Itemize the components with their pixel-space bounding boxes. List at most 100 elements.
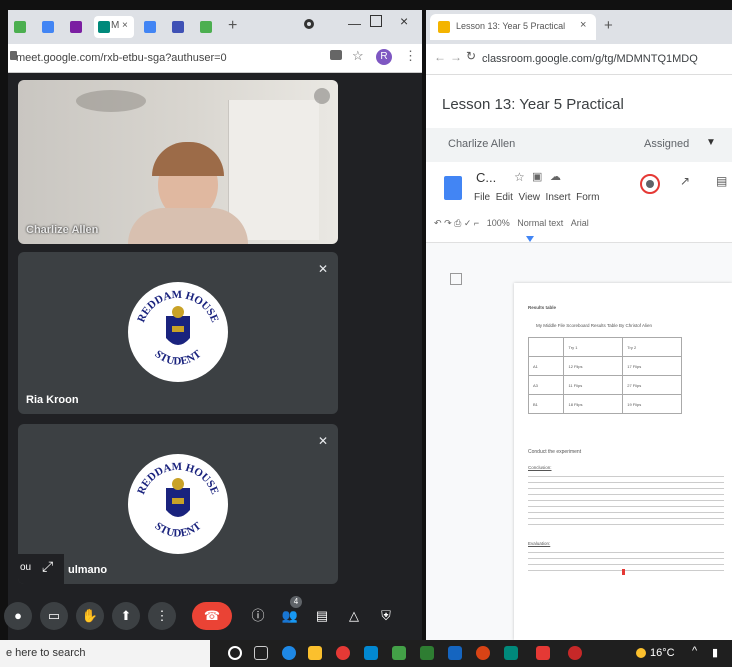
tab-close-icon[interactable]: × bbox=[122, 20, 128, 31]
taskbar-search-input[interactable]: e here to search bbox=[0, 640, 210, 667]
bookmark-star-icon[interactable]: ☆ bbox=[352, 48, 364, 64]
reload-icon[interactable]: ↻ bbox=[466, 49, 476, 63]
table-cell: 27 Flips bbox=[622, 375, 682, 395]
camera-permission-icon[interactable] bbox=[330, 50, 342, 60]
ceiling-fan bbox=[76, 90, 146, 112]
menu-insert[interactable]: Insert bbox=[546, 192, 571, 203]
forward-icon[interactable]: → bbox=[450, 50, 462, 64]
tray-chevron-icon[interactable]: ^ bbox=[692, 645, 697, 657]
tab-5[interactable] bbox=[168, 16, 190, 38]
classroom-window: Lesson 13: Year 5 Practical × + ← → ↻ cl… bbox=[426, 10, 732, 640]
menu-view[interactable]: View bbox=[518, 192, 540, 203]
style-select[interactable]: Normal text bbox=[517, 218, 563, 228]
close-window-icon[interactable]: × bbox=[400, 13, 408, 29]
meet-window: M × + — × meet.google.com/rxb-etbu-sga?a… bbox=[4, 10, 422, 640]
end-call-button[interactable]: ☎ bbox=[192, 602, 232, 630]
info-icon[interactable]: ⓘ bbox=[244, 602, 272, 630]
chat-icon[interactable]: ▤ bbox=[308, 602, 336, 630]
redo-icon[interactable]: ↷ bbox=[444, 218, 452, 228]
undo-icon[interactable]: ↶ bbox=[434, 218, 442, 228]
student-name[interactable]: Charlize Allen bbox=[448, 138, 515, 150]
tab-6[interactable] bbox=[196, 16, 218, 38]
task-view-icon[interactable] bbox=[254, 646, 268, 660]
meet-favicon-icon bbox=[98, 21, 110, 33]
move-folder-icon[interactable]: ▣ bbox=[532, 170, 542, 183]
menu-kebab-icon[interactable]: ⋮ bbox=[404, 48, 417, 64]
tab-2[interactable] bbox=[38, 16, 60, 38]
store-icon[interactable] bbox=[364, 646, 378, 660]
camera-icon[interactable]: ▭ bbox=[40, 602, 68, 630]
font-select[interactable]: Arial bbox=[571, 218, 589, 228]
docs-logo-icon[interactable] bbox=[444, 176, 462, 200]
file-explorer-icon[interactable] bbox=[308, 646, 322, 660]
maximize-icon[interactable] bbox=[370, 15, 382, 27]
word-icon[interactable] bbox=[448, 646, 462, 660]
menu-file[interactable]: File bbox=[474, 192, 490, 203]
doc-page[interactable]: Results table My Middle File Scoreboard … bbox=[514, 283, 732, 640]
new-tab-icon[interactable]: + bbox=[228, 17, 237, 35]
doc-title[interactable]: C... bbox=[476, 170, 496, 185]
record-icon[interactable] bbox=[304, 19, 314, 29]
zoom-select[interactable]: 100% bbox=[487, 218, 510, 228]
present-screen-icon[interactable]: ⬆ bbox=[112, 602, 140, 630]
participant-tile-ulmano[interactable]: ✕ REDDAM HOUSE STUDENT ou ⤢ ulmano bbox=[18, 424, 338, 584]
menu-edit[interactable]: Edit bbox=[496, 192, 513, 203]
tab-4[interactable] bbox=[140, 16, 162, 38]
conclusion-heading: Conclusion: bbox=[528, 465, 552, 470]
tab-1[interactable] bbox=[10, 16, 32, 38]
outline-icon[interactable] bbox=[450, 273, 462, 285]
table-cell: 17 Flips bbox=[622, 356, 682, 376]
office-icon[interactable] bbox=[476, 646, 490, 660]
minimize-icon[interactable]: — bbox=[348, 16, 361, 31]
cortana-icon[interactable] bbox=[228, 646, 242, 660]
table-cell: 19 Flips bbox=[622, 394, 682, 414]
new-tab-icon[interactable]: + bbox=[604, 17, 613, 34]
tab-3[interactable] bbox=[66, 16, 88, 38]
tab-close-icon[interactable]: × bbox=[580, 19, 586, 31]
table-cell: 18 Flips bbox=[563, 394, 624, 414]
battery-icon[interactable]: ▮ bbox=[712, 646, 718, 659]
record-app-icon[interactable] bbox=[568, 646, 582, 660]
tab-favicon-icon bbox=[172, 21, 184, 33]
print-icon[interactable]: ⎙ bbox=[454, 218, 461, 228]
onenote-icon[interactable] bbox=[536, 646, 550, 660]
chrome-icon[interactable] bbox=[336, 646, 350, 660]
participant-shirt bbox=[128, 208, 248, 244]
tab-meet-active[interactable]: M × bbox=[94, 16, 134, 38]
back-icon[interactable]: ← bbox=[434, 50, 446, 64]
comments-icon[interactable]: ▤ bbox=[716, 174, 727, 188]
activities-icon[interactable]: △ bbox=[340, 602, 368, 630]
participant-tile-ria[interactable]: ✕ REDDAM HOUSE STUDENT Ria Kroon bbox=[18, 252, 338, 414]
spellcheck-icon[interactable]: ✓ bbox=[464, 218, 472, 228]
star-icon[interactable]: ☆ bbox=[514, 170, 525, 184]
microphone-icon[interactable]: ● bbox=[4, 602, 32, 630]
tile-options-icon[interactable] bbox=[314, 88, 330, 104]
paint-format-icon[interactable]: ⌐ bbox=[474, 218, 479, 228]
activity-trend-icon[interactable]: ↗ bbox=[680, 174, 690, 188]
address-bar[interactable]: classroom.google.com/g/tg/MDMNTQ1MDQ bbox=[482, 50, 732, 68]
tab-favicon-icon bbox=[14, 21, 26, 33]
table-cell: B1 bbox=[527, 394, 565, 414]
participant-name: ulmano bbox=[68, 564, 108, 576]
menu-format[interactable]: Form bbox=[576, 192, 599, 203]
temperature-label[interactable]: 16°C bbox=[650, 647, 675, 659]
table-cell: Try 1 bbox=[563, 337, 624, 357]
excel-icon[interactable] bbox=[420, 646, 434, 660]
raise-hand-icon[interactable]: ✋ bbox=[76, 602, 104, 630]
windows-taskbar: e here to search 16°C ^ ▮ bbox=[0, 640, 732, 667]
participant-video-tile[interactable]: Charlize Allen bbox=[18, 80, 338, 244]
status-dropdown-icon[interactable]: ▼ bbox=[706, 137, 716, 148]
profile-avatar[interactable]: R bbox=[376, 49, 392, 65]
expand-icon[interactable]: ⤢ bbox=[42, 558, 53, 575]
meet-app-icon[interactable] bbox=[504, 646, 518, 660]
extension-icon[interactable] bbox=[646, 180, 654, 188]
ruler-indent-icon[interactable] bbox=[526, 236, 534, 242]
more-options-icon[interactable]: ⋮ bbox=[148, 602, 176, 630]
edge-icon[interactable] bbox=[282, 646, 296, 660]
badge-bottom-text: STUDENT bbox=[152, 520, 204, 540]
tab-classroom-active[interactable]: Lesson 13: Year 5 Practical × bbox=[430, 14, 596, 40]
app-icon[interactable] bbox=[392, 646, 406, 660]
participant-name: Ria Kroon bbox=[26, 394, 79, 406]
host-controls-icon[interactable]: ⛨ bbox=[372, 602, 400, 630]
address-bar[interactable]: meet.google.com/rxb-etbu-sga?authuser=0 bbox=[16, 49, 334, 67]
